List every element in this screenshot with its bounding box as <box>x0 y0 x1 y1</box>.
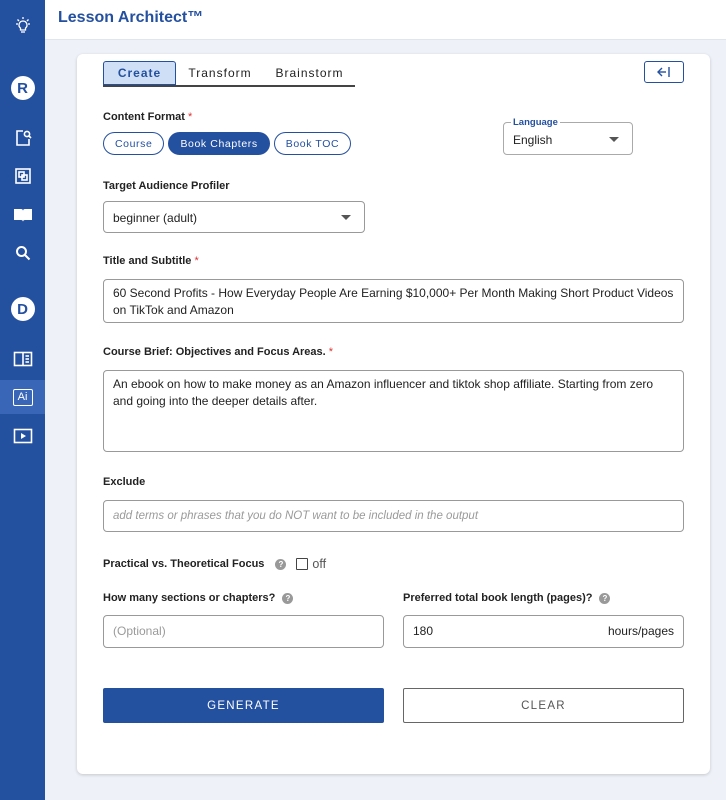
brief-label: Course Brief: Objectives and Focus Areas… <box>103 346 333 358</box>
brief-label-text: Course Brief: Objectives and Focus Areas… <box>103 346 326 358</box>
sidebar: R D Ai <box>0 0 45 800</box>
help-icon[interactable]: ? <box>275 558 287 570</box>
document-search-icon[interactable] <box>0 127 45 149</box>
focus-toggle-label: off <box>312 557 327 571</box>
arrow-left-bar-icon <box>657 67 670 77</box>
sections-input[interactable]: (Optional) <box>103 615 384 648</box>
required-marker: * <box>187 111 193 123</box>
ai-icon-label: Ai <box>12 388 33 406</box>
audience-value: beginner (adult) <box>113 211 198 225</box>
exclude-input[interactable]: add terms or phrases that you do NOT wan… <box>103 500 684 532</box>
avatar-r-letter: R <box>10 76 35 100</box>
layers-icon[interactable] <box>0 165 45 187</box>
collapse-button[interactable] <box>644 61 684 83</box>
length-label-row: Preferred total book length (pages)? ? <box>403 592 611 604</box>
chip-book-toc[interactable]: Book TOC <box>273 132 352 155</box>
help-icon[interactable]: ? <box>599 592 611 604</box>
length-value: 180 <box>413 624 434 638</box>
form-card: Create Transform Brainstorm Content Form… <box>77 54 710 774</box>
app-header: Lesson Architect™ <box>45 0 726 40</box>
avatar-d-letter: D <box>10 297 35 321</box>
length-input[interactable]: 180 hours/pages <box>403 615 684 648</box>
app-title: Lesson Architect™ <box>58 9 204 26</box>
language-legend: Language <box>511 117 560 128</box>
title-label-text: Title and Subtitle <box>103 255 192 267</box>
tab-brainstorm[interactable]: Brainstorm <box>264 61 355 85</box>
sections-placeholder: (Optional) <box>113 624 166 638</box>
focus-label: Practical vs. Theoretical Focus <box>103 558 265 570</box>
lightbulb-icon[interactable] <box>0 13 45 39</box>
required-marker: * <box>194 255 199 267</box>
title-input[interactable]: 60 Second Profits - How Everyday People … <box>103 279 684 323</box>
chip-book-chapters[interactable]: Book Chapters <box>168 132 270 155</box>
focus-checkbox[interactable] <box>296 558 309 570</box>
help-icon[interactable]: ? <box>282 592 294 604</box>
language-value: English <box>513 133 553 147</box>
chip-course[interactable]: Course <box>103 132 165 155</box>
ai-icon[interactable]: Ai <box>0 380 45 414</box>
required-marker: * <box>328 346 334 358</box>
audience-select[interactable]: beginner (adult) <box>103 201 365 233</box>
chevron-down-icon <box>609 137 619 142</box>
tab-bar: Create Transform Brainstorm <box>103 61 355 87</box>
exclude-label: Exclude <box>103 476 146 488</box>
language-select[interactable]: Language English <box>503 117 633 155</box>
tab-transform[interactable]: Transform <box>176 61 264 85</box>
video-icon[interactable] <box>0 425 45 447</box>
sections-label: How many sections or chapters? <box>103 592 276 604</box>
audience-label: Target Audience Profiler <box>103 180 230 192</box>
generate-button[interactable]: GENERATE <box>103 688 384 723</box>
sections-label-row: How many sections or chapters? ? <box>103 592 294 604</box>
book-open-icon[interactable] <box>0 204 45 226</box>
content-format-chips: Course Book Chapters Book TOC <box>103 132 352 155</box>
content-format-label-text: Content Format <box>103 111 185 123</box>
focus-row: Practical vs. Theoretical Focus ? off <box>103 557 326 571</box>
length-label: Preferred total book length (pages)? <box>403 592 593 604</box>
avatar-r[interactable]: R <box>0 75 45 101</box>
panel-icon[interactable] <box>0 348 45 370</box>
brief-textarea[interactable]: An ebook on how to make money as an Amaz… <box>103 370 684 452</box>
clear-button[interactable]: CLEAR <box>403 688 684 723</box>
tab-create[interactable]: Create <box>103 61 176 85</box>
title-label: Title and Subtitle * <box>103 255 199 267</box>
length-suffix: hours/pages <box>607 624 674 638</box>
avatar-d[interactable]: D <box>0 296 45 322</box>
chevron-down-icon <box>341 215 351 220</box>
search-icon[interactable] <box>0 242 45 264</box>
content-format-label: Content Format * <box>103 111 192 123</box>
exclude-placeholder: add terms or phrases that you do NOT wan… <box>113 510 479 522</box>
